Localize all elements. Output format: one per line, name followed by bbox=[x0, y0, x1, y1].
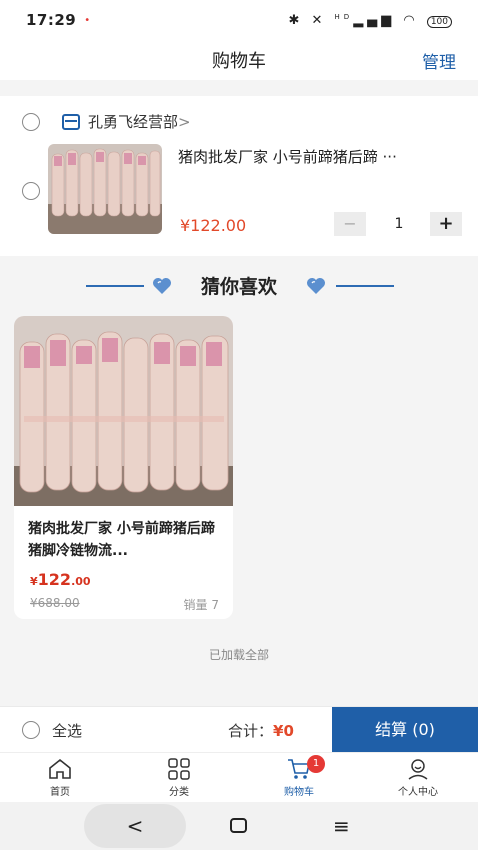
mute-icon: ✕ bbox=[311, 12, 327, 28]
cart-item-title[interactable]: 猪肉批发厂家 小号前蹄猪后蹄 ··· bbox=[178, 146, 462, 167]
battery-icon: 100 bbox=[426, 15, 452, 28]
sales-count: 销量 7 bbox=[183, 598, 219, 612]
bluetooth-icon: ✱ bbox=[288, 12, 304, 28]
heart-icon bbox=[307, 278, 325, 294]
select-all-radio[interactable] bbox=[22, 721, 40, 739]
pig-trotters-image bbox=[14, 316, 233, 506]
manage-button[interactable]: 管理 bbox=[422, 48, 456, 73]
divider-right bbox=[336, 285, 394, 287]
tab-cart[interactable]: 1 购物车 bbox=[259, 755, 339, 798]
item-select-radio[interactable] bbox=[22, 182, 40, 200]
page-title: 购物车 bbox=[212, 51, 266, 72]
price-main: 122 bbox=[37, 570, 72, 589]
tab-label-category: 分类 bbox=[169, 787, 189, 798]
wifi-icon: ◠ bbox=[403, 12, 419, 28]
shop-name-label: 孔勇飞经营部 bbox=[88, 113, 179, 131]
recommend-product-image bbox=[14, 316, 233, 506]
total-amount: ¥0 bbox=[273, 722, 294, 740]
recommend-product-title: 猪肉批发厂家 小号前蹄猪后蹄 猪脚冷链物流... bbox=[28, 521, 215, 559]
home-icon bbox=[49, 758, 71, 779]
user-icon bbox=[408, 759, 428, 780]
home-button[interactable] bbox=[230, 818, 247, 833]
menu-button[interactable]: ≡ bbox=[333, 816, 350, 836]
tab-home[interactable]: 首页 bbox=[20, 757, 100, 798]
grid-icon bbox=[168, 758, 190, 780]
quantity-stepper: − 1 + bbox=[334, 212, 464, 236]
product-image[interactable] bbox=[48, 144, 162, 234]
status-bar: 17:29 • ✱ ✕ HD▂▄▆ ◠ 100 bbox=[0, 0, 478, 40]
select-all-label[interactable]: 全选 bbox=[52, 720, 82, 741]
shop-select-radio[interactable] bbox=[22, 113, 40, 131]
tab-label-home: 首页 bbox=[50, 787, 70, 798]
shop-name[interactable]: 孔勇飞经营部> bbox=[88, 111, 191, 132]
tab-label-cart: 购物车 bbox=[284, 787, 314, 798]
signal-icon: HD▂▄▆ bbox=[334, 12, 396, 28]
price-symbol: ¥ bbox=[30, 575, 38, 588]
recommend-product-card[interactable]: 猪肉批发厂家 小号前蹄猪后蹄 猪脚冷链物流... ¥122.00 ¥688.00… bbox=[14, 316, 233, 619]
tab-label-profile: 个人中心 bbox=[398, 787, 438, 798]
all-loaded-text: 已加载全部 bbox=[208, 648, 269, 662]
pig-trotters-image bbox=[48, 144, 162, 234]
tab-profile[interactable]: 个人中心 bbox=[378, 757, 458, 798]
tab-category[interactable]: 分类 bbox=[139, 757, 219, 798]
recommend-product-price: ¥122.00 bbox=[30, 570, 91, 589]
quantity-value[interactable]: 1 bbox=[374, 212, 424, 236]
notification-dot: • bbox=[84, 14, 91, 26]
shop-icon bbox=[62, 114, 80, 130]
recommend-header: 猜你喜欢 bbox=[0, 268, 478, 304]
chevron-right-icon: > bbox=[178, 113, 191, 131]
increase-button[interactable]: + bbox=[430, 212, 462, 236]
system-navigation: < ≡ bbox=[0, 802, 478, 850]
total-label: 合计： bbox=[228, 722, 274, 740]
checkout-bar: 全选 合计：¥0 结算 (0) bbox=[0, 706, 478, 753]
checkout-button[interactable]: 结算 (0) bbox=[332, 707, 478, 753]
status-icons: ✱ ✕ HD▂▄▆ ◠ 100 bbox=[288, 13, 452, 28]
status-time: 17:29 bbox=[26, 11, 77, 29]
recommend-title: 猜你喜欢 bbox=[200, 276, 277, 298]
cart-item-price: ¥122.00 bbox=[180, 216, 247, 235]
bottom-tab-bar: 首页 分类 1 购物车 个人中心 bbox=[0, 752, 478, 802]
cart-badge: 1 bbox=[307, 755, 325, 773]
decrease-button[interactable]: − bbox=[334, 212, 366, 236]
top-nav: 购物车 管理 bbox=[0, 40, 478, 80]
total-price: 合计：¥0 bbox=[228, 720, 294, 741]
original-price: ¥688.00 bbox=[30, 596, 80, 610]
signal-label: HD bbox=[334, 12, 354, 21]
price-decimal: .00 bbox=[71, 575, 91, 588]
cart-shop-card: 孔勇飞经营部> 猪肉批发厂家 小号前蹄猪后蹄 ··· ¥122.00 − 1 + bbox=[0, 96, 478, 256]
back-button[interactable]: < bbox=[84, 804, 186, 848]
